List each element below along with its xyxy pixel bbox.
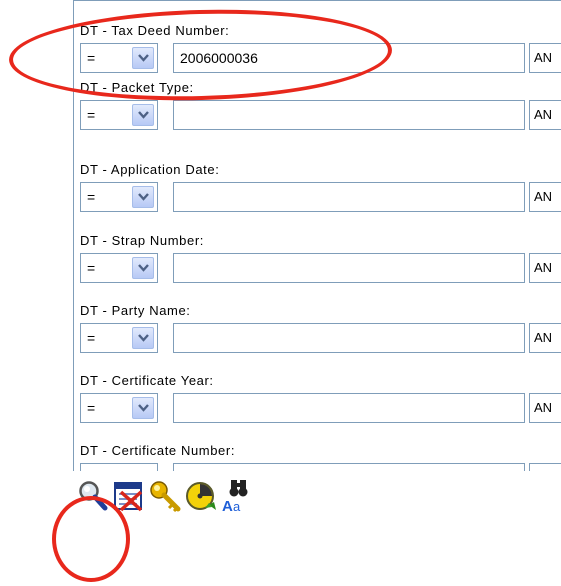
conjunction-select[interactable]: [529, 463, 561, 471]
clock-icon[interactable]: [185, 480, 219, 517]
binoculars-text-icon[interactable]: A a: [221, 480, 255, 519]
value-text: 2006000036: [180, 50, 258, 66]
operator-select[interactable]: [80, 463, 158, 471]
conjunction-select[interactable]: AN: [529, 100, 561, 130]
chevron-down-icon[interactable]: [132, 104, 154, 126]
chevron-down-icon[interactable]: [132, 327, 154, 349]
field-label: DT - Certificate Number:: [80, 443, 236, 458]
value-input[interactable]: [173, 463, 525, 471]
field-label: DT - Application Date:: [80, 162, 220, 177]
operator-select[interactable]: =: [80, 182, 158, 212]
conjunction-value: AN: [534, 330, 553, 345]
value-input[interactable]: [173, 253, 525, 283]
value-input[interactable]: 2006000036: [173, 43, 525, 73]
conjunction-value: AN: [534, 189, 553, 204]
field-label: DT - Tax Deed Number:: [80, 23, 230, 38]
conjunction-select[interactable]: AN: [529, 253, 561, 283]
field-label: DT - Strap Number:: [80, 233, 204, 248]
conjunction-value: AN: [534, 260, 553, 275]
svg-text:a: a: [233, 499, 241, 514]
conjunction-value: AN: [534, 107, 553, 122]
conjunction-value: AN: [534, 50, 553, 65]
search-criteria-panel: DT - Tax Deed Number: = 2006000036 AN DT…: [73, 0, 561, 471]
chevron-down-icon[interactable]: [132, 47, 154, 69]
value-input[interactable]: [173, 393, 525, 423]
value-input[interactable]: [173, 100, 525, 130]
chevron-down-icon[interactable]: [132, 257, 154, 279]
conjunction-select[interactable]: AN: [529, 393, 561, 423]
operator-select[interactable]: =: [80, 393, 158, 423]
operator-value: =: [87, 330, 96, 346]
svg-text:A: A: [222, 498, 233, 514]
key-icon[interactable]: [149, 480, 183, 517]
field-label: DT - Certificate Year:: [80, 373, 214, 388]
magnifier-icon[interactable]: [78, 480, 108, 517]
operator-select[interactable]: =: [80, 253, 158, 283]
chevron-down-icon[interactable]: [132, 186, 154, 208]
operator-value: =: [87, 189, 96, 205]
operator-value: =: [87, 400, 96, 416]
operator-value: =: [87, 50, 96, 66]
chevron-down-icon[interactable]: [132, 397, 154, 419]
conjunction-select[interactable]: AN: [529, 43, 561, 73]
value-input[interactable]: [173, 323, 525, 353]
conjunction-select[interactable]: AN: [529, 323, 561, 353]
value-input[interactable]: [173, 182, 525, 212]
operator-value: =: [87, 260, 96, 276]
operator-select[interactable]: =: [80, 100, 158, 130]
operator-select[interactable]: =: [80, 43, 158, 73]
field-label: DT - Packet Type:: [80, 80, 194, 95]
conjunction-select[interactable]: AN: [529, 182, 561, 212]
operator-value: =: [87, 107, 96, 123]
conjunction-value: AN: [534, 400, 553, 415]
field-label: DT - Party Name:: [80, 303, 191, 318]
operator-select[interactable]: =: [80, 323, 158, 353]
clear-form-icon[interactable]: [113, 480, 145, 517]
